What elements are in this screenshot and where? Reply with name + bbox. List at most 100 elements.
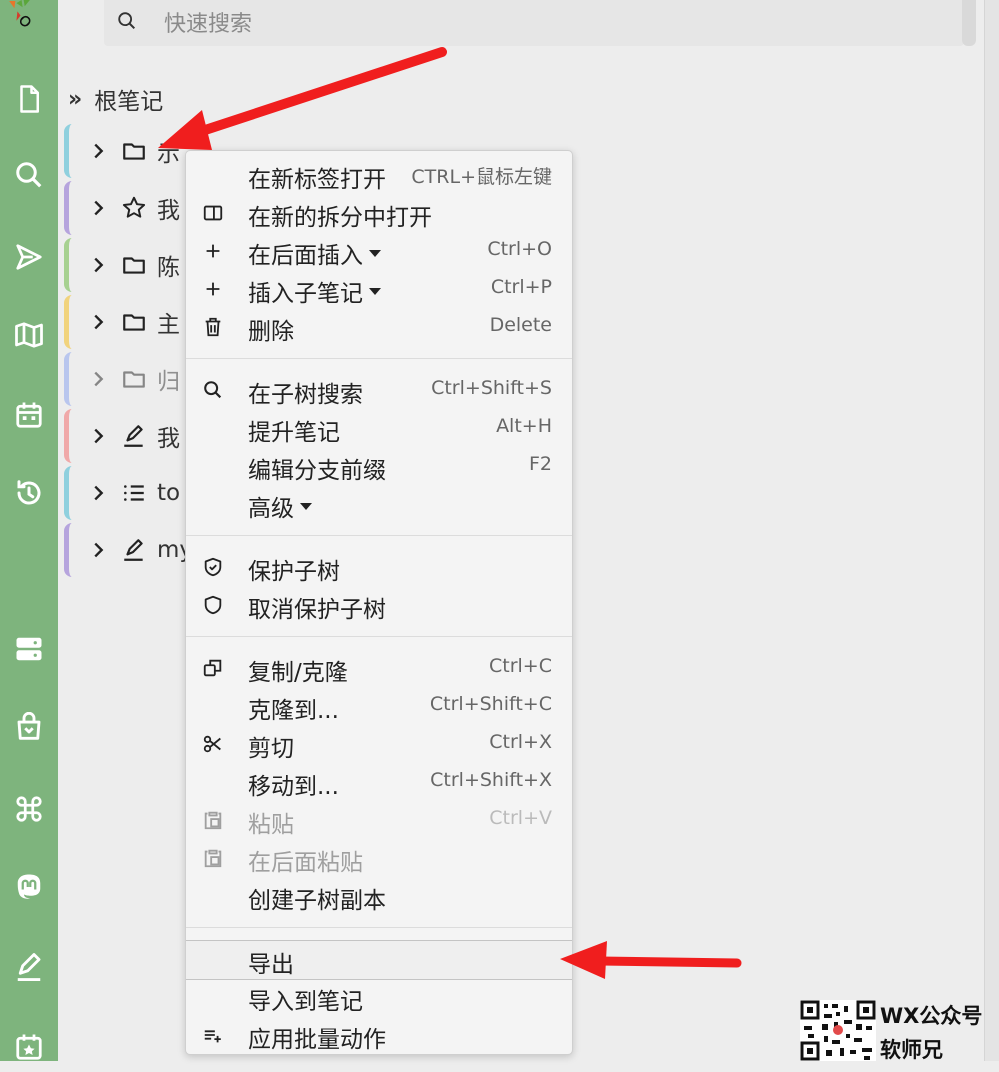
folder-icon (123, 143, 145, 160)
map-icon (15, 322, 43, 348)
tree-node[interactable]: 示 (64, 124, 189, 178)
tree-node[interactable]: 陈 (64, 238, 189, 292)
app-logo-icon[interactable] (4, 0, 34, 30)
calendar-button[interactable] (0, 390, 58, 440)
root-note-row[interactable]: » 根笔记 (68, 82, 163, 116)
menu-item-move-to[interactable]: 移动到... Ctrl+Shift+X (186, 763, 572, 801)
watermark: WX公众号 软师兄 (800, 1000, 999, 1062)
menu-item-delete[interactable]: 删除 Delete (186, 308, 572, 346)
search-icon (16, 162, 42, 188)
clipboard-icon (204, 811, 222, 830)
watermark-line2: 软师兄 (880, 1038, 943, 1062)
menu-item-hoist-note[interactable]: 提升笔记 Alt+H (186, 409, 572, 447)
menu-item-advanced[interactable]: 高级 (186, 485, 572, 523)
chevron-right-icon[interactable] (87, 197, 109, 219)
shield-icon (204, 595, 222, 615)
mastodon-button[interactable] (0, 862, 58, 912)
command-icon (16, 796, 42, 822)
chevron-right-icon[interactable] (87, 539, 109, 561)
launcher-bar (0, 0, 58, 1061)
command-button[interactable] (0, 784, 58, 834)
menu-item-search-subtree[interactable]: 在子树搜索 Ctrl+Shift+S (186, 371, 572, 409)
menu-item-paste[interactable]: 粘贴 Ctrl+V (186, 801, 572, 839)
edit-button[interactable] (0, 942, 58, 992)
tree-node[interactable]: 我 (64, 181, 189, 235)
menu-item-insert-after[interactable]: 在后面插入 Ctrl+O (186, 232, 572, 270)
bag-button[interactable] (0, 702, 58, 752)
quick-search-box (104, 0, 964, 46)
tree-node[interactable]: my (64, 523, 189, 577)
menu-item-import[interactable]: 导入到笔记 (186, 978, 572, 1016)
menu-separator (186, 927, 572, 928)
calendar-star-button[interactable] (0, 1022, 58, 1072)
context-menu: 在新标签打开 CTRL+鼠标左键 在新的拆分中打开 在后面插入 Ctrl+O 插… (185, 150, 573, 1055)
root-note-label: 根笔记 (94, 89, 164, 115)
menu-item-protect-subtree[interactable]: 保护子树 (186, 548, 572, 586)
new-note-button[interactable] (0, 74, 58, 124)
tree-node-label: 主 (157, 312, 180, 338)
menu-item-open-new-tab[interactable]: 在新标签打开 CTRL+鼠标左键 (186, 156, 572, 194)
folder-icon (123, 371, 145, 388)
quick-search-input[interactable] (162, 6, 926, 42)
menu-item-paste-after[interactable]: 在后面粘贴 (186, 839, 572, 877)
menu-item-clone-to[interactable]: 克隆到... Ctrl+Shift+C (186, 687, 572, 725)
menu-item-export[interactable]: 导出 (186, 940, 572, 980)
tree-node[interactable]: 我 (64, 409, 189, 463)
tree-node-label: 归 (157, 369, 180, 395)
menu-item-copy-clone[interactable]: 复制/克隆 Ctrl+C (186, 649, 572, 687)
tree-node[interactable]: 主 (64, 295, 189, 349)
map-button[interactable] (0, 310, 58, 360)
menu-item-open-split[interactable]: 在新的拆分中打开 (186, 194, 572, 232)
menu-item-unprotect-subtree[interactable]: 取消保护子树 (186, 586, 572, 624)
scrollbar[interactable] (984, 0, 999, 1061)
tree-node-label: 我 (157, 426, 180, 452)
menu-item-duplicate-subtree[interactable]: 创建子树副本 (186, 877, 572, 915)
menu-item-bulk-actions[interactable]: 应用批量动作 (186, 1016, 572, 1054)
scissors-icon (203, 735, 221, 753)
server-icon (16, 637, 42, 661)
tree-node-label: 我 (157, 198, 180, 224)
collapse-all-icon[interactable]: » (68, 87, 82, 112)
tree-node[interactable]: 归 (64, 352, 189, 406)
menu-separator (186, 636, 572, 637)
tree-node-label: 示 (157, 141, 180, 167)
chevron-right-icon[interactable] (87, 254, 109, 276)
menu-item-insert-child[interactable]: 插入子笔记 Ctrl+P (186, 270, 572, 308)
plus-icon (206, 244, 220, 258)
history-button[interactable] (0, 468, 58, 518)
pen-icon (124, 425, 143, 447)
split-pane-icon (203, 205, 223, 221)
history-icon (17, 480, 41, 505)
search-icon (204, 381, 222, 399)
clipboard-icon (204, 849, 222, 868)
menu-separator (186, 535, 572, 536)
pen-icon (17, 953, 41, 981)
trash-icon (205, 317, 221, 337)
list-add-icon (204, 1030, 221, 1043)
qr-code-icon (800, 1000, 876, 1061)
tree-node[interactable]: to (64, 466, 189, 520)
menu-separator (186, 358, 572, 359)
server-button[interactable] (0, 624, 58, 674)
tree-node-label: to (157, 480, 181, 506)
copy-icon (203, 659, 222, 677)
chevron-right-icon[interactable] (87, 425, 109, 447)
send-icon (16, 244, 42, 270)
chevron-right-icon[interactable] (87, 368, 109, 390)
chevron-right-icon[interactable] (87, 311, 109, 333)
search-icon (118, 12, 136, 30)
folder-icon (123, 257, 145, 274)
shield-check-icon (204, 557, 222, 577)
caret-down-icon (369, 250, 381, 257)
menu-item-edit-prefix[interactable]: 编辑分支前缀 F2 (186, 447, 572, 485)
watermark-line1: WX公众号 (880, 1004, 983, 1028)
star-icon (122, 196, 146, 218)
menu-item-cut[interactable]: 剪切 Ctrl+X (186, 725, 572, 763)
chevron-right-icon[interactable] (87, 140, 109, 162)
search-button[interactable] (0, 150, 58, 200)
panel-resize-handle[interactable] (962, 0, 976, 46)
send-button[interactable] (0, 232, 58, 282)
caret-down-icon (300, 503, 312, 510)
plus-icon (206, 282, 220, 296)
chevron-right-icon[interactable] (87, 482, 109, 504)
